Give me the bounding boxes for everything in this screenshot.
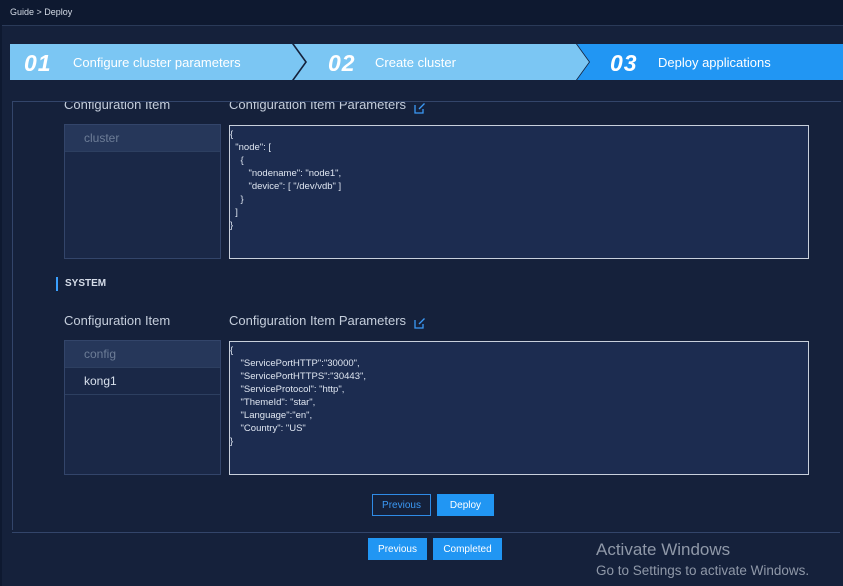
list-item-config[interactable]: config xyxy=(65,341,220,368)
step-3[interactable]: 03 Deploy applications xyxy=(577,44,843,80)
code-line: "device": [ "/dev/vdb" ] xyxy=(230,181,342,192)
cluster-params-editor[interactable]: { "node": [ { "nodename": "node1", "devi… xyxy=(229,125,809,259)
section-label-system: SYSTEM xyxy=(56,277,106,291)
step-3-number: 03 xyxy=(610,50,638,76)
code-line: "ServicePortHTTP":"30000", xyxy=(230,358,360,369)
code-line: } xyxy=(230,220,234,231)
stepper: 01 Configure cluster parameters 02 Creat… xyxy=(10,44,843,80)
cluster-item-header: Configuration Item xyxy=(64,101,171,112)
code-line: "nodename": "node1", xyxy=(230,168,342,179)
config-panel[interactable]: Configuration Item Configuration Item Pa… xyxy=(12,101,841,530)
step-1-label: Configure cluster parameters xyxy=(73,55,241,70)
step-3-label: Deploy applications xyxy=(658,55,771,70)
code-line: "ServiceProtocol": "http", xyxy=(230,384,345,395)
list-item-cluster[interactable]: cluster xyxy=(65,125,220,152)
activate-windows-watermark: Activate Windows Go to Settings to activ… xyxy=(596,540,809,578)
code-line: "node": [ xyxy=(230,142,272,153)
step-2-number: 02 xyxy=(328,50,356,76)
code-line: } xyxy=(230,436,234,447)
watermark-subtitle: Go to Settings to activate Windows. xyxy=(596,563,810,578)
footer-previous-button[interactable]: Previous xyxy=(368,538,427,560)
completed-button[interactable]: Completed xyxy=(433,538,502,560)
panel-previous-button[interactable]: Previous xyxy=(372,494,431,516)
step-1-number: 01 xyxy=(24,50,52,76)
step-2-label: Create cluster xyxy=(375,55,456,70)
code-line: "Country": "US" xyxy=(230,423,306,434)
list-item-kong1[interactable]: kong1 xyxy=(65,368,220,395)
code-line: "ServicePortHTTPS":"30443", xyxy=(230,371,366,382)
code-line: "Language":"en", xyxy=(230,410,313,421)
cluster-item-list: cluster xyxy=(64,124,221,259)
system-item-header: Configuration Item xyxy=(64,313,171,328)
system-params-editor[interactable]: { "ServicePortHTTP":"30000", "ServicePor… xyxy=(229,341,809,475)
footer-divider xyxy=(12,532,840,533)
code-line: "ThemeId": "star", xyxy=(230,397,316,408)
step-2[interactable]: 02 Create cluster xyxy=(294,44,589,80)
breadcrumb: Guide > Deploy xyxy=(10,7,73,17)
edit-icon[interactable] xyxy=(414,317,426,329)
code-line: } xyxy=(230,194,244,205)
cluster-params-header: Configuration Item Parameters xyxy=(229,101,407,112)
step-1[interactable]: 01 Configure cluster parameters xyxy=(10,44,305,80)
code-line: { xyxy=(230,155,244,166)
system-item-list: config kong1 xyxy=(64,340,221,475)
system-params-header: Configuration Item Parameters xyxy=(229,313,407,328)
code-line: ] xyxy=(230,207,238,218)
edit-icon[interactable] xyxy=(414,102,426,114)
code-line: { xyxy=(230,345,234,356)
watermark-title: Activate Windows xyxy=(596,540,731,559)
code-line: { xyxy=(230,129,234,140)
deploy-button[interactable]: Deploy xyxy=(437,494,494,516)
